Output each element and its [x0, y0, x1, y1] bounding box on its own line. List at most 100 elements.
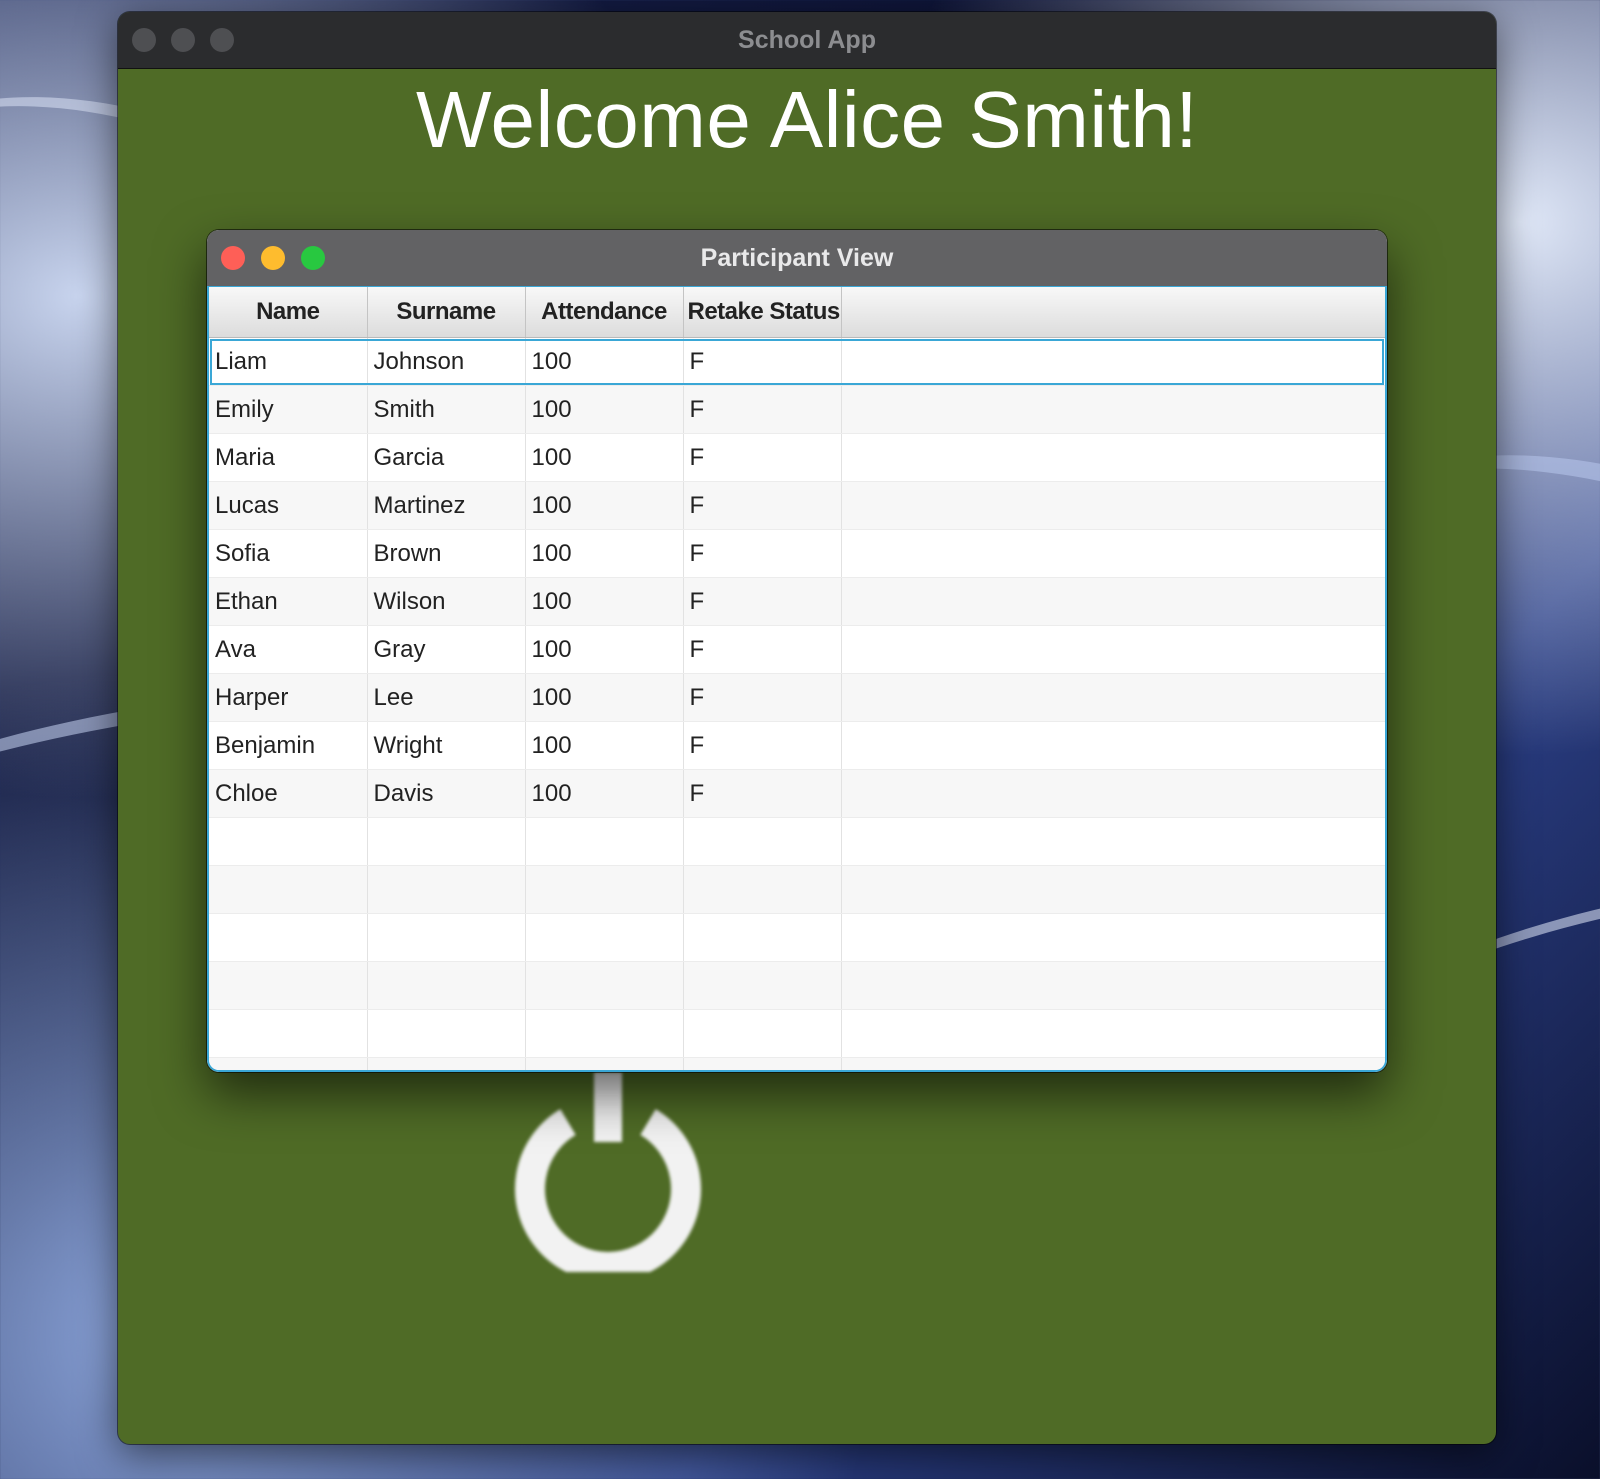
cell-attendance: [525, 913, 684, 962]
cell-name: [209, 961, 368, 1010]
cell-name: Harper: [209, 673, 368, 722]
cell-surname: Davis: [367, 769, 526, 818]
cell-surname: Johnson: [367, 337, 526, 386]
table-header-row: Name Surname Attendance Retake Status: [209, 287, 1385, 338]
empty-table-row: [209, 961, 1385, 1010]
cell-filler: [841, 529, 1385, 578]
cell-filler: [841, 673, 1385, 722]
table-row[interactable]: Liam Johnson 100 F: [209, 337, 1385, 386]
cell-filler: [841, 433, 1385, 482]
cell-filler: [841, 1057, 1385, 1070]
table-row[interactable]: Chloe Davis 100 F: [209, 769, 1385, 818]
cell-retake: F: [683, 385, 842, 434]
cell-filler: [841, 961, 1385, 1010]
cell-surname: [367, 817, 526, 866]
empty-table-row: [209, 1057, 1385, 1070]
cell-name: Lucas: [209, 481, 368, 530]
cell-attendance: 100: [525, 481, 684, 530]
cell-filler: [841, 769, 1385, 818]
table-row[interactable]: Harper Lee 100 F: [209, 673, 1385, 722]
table-row[interactable]: Sofia Brown 100 F: [209, 529, 1385, 578]
column-header-surname[interactable]: Surname: [367, 287, 526, 338]
main-titlebar[interactable]: School App: [118, 12, 1496, 69]
cell-attendance: 100: [525, 385, 684, 434]
cell-attendance: 100: [525, 529, 684, 578]
participant-view-window: Participant View Name Surname Attendance…: [207, 230, 1387, 1072]
cell-name: Ethan: [209, 577, 368, 626]
cell-attendance: 100: [525, 337, 684, 386]
cell-surname: Smith: [367, 385, 526, 434]
cell-name: Emily: [209, 385, 368, 434]
cell-name: [209, 913, 368, 962]
cell-surname: Wilson: [367, 577, 526, 626]
cell-name: Sofia: [209, 529, 368, 578]
empty-table-row: [209, 865, 1385, 914]
cell-surname: Garcia: [367, 433, 526, 482]
cell-retake: F: [683, 529, 842, 578]
cell-attendance: 100: [525, 721, 684, 770]
cell-name: [209, 817, 368, 866]
cell-retake: F: [683, 769, 842, 818]
cell-surname: Wright: [367, 721, 526, 770]
column-header-filler: [841, 287, 1385, 338]
cell-filler: [841, 625, 1385, 674]
window-title: School App: [738, 26, 876, 54]
cell-filler: [841, 577, 1385, 626]
cell-name: [209, 1057, 368, 1070]
cell-surname: Gray: [367, 625, 526, 674]
cell-attendance: [525, 865, 684, 914]
power-icon[interactable]: [508, 1072, 708, 1272]
cell-surname: [367, 865, 526, 914]
cell-attendance: [525, 817, 684, 866]
cell-filler: [841, 817, 1385, 866]
cell-name: [209, 865, 368, 914]
cell-surname: Brown: [367, 529, 526, 578]
cell-retake: F: [683, 625, 842, 674]
table-row[interactable]: Ava Gray 100 F: [209, 625, 1385, 674]
cell-retake: F: [683, 337, 842, 386]
cell-retake: [683, 1009, 842, 1058]
cell-attendance: 100: [525, 769, 684, 818]
column-header-attendance[interactable]: Attendance: [525, 287, 684, 338]
table-row[interactable]: Lucas Martinez 100 F: [209, 481, 1385, 530]
cell-surname: Martinez: [367, 481, 526, 530]
empty-table-row: [209, 913, 1385, 962]
cell-filler: [841, 337, 1385, 386]
column-header-name[interactable]: Name: [209, 287, 368, 338]
cell-retake: [683, 913, 842, 962]
cell-attendance: 100: [525, 433, 684, 482]
cell-attendance: 100: [525, 625, 684, 674]
cell-retake: [683, 865, 842, 914]
cell-retake: F: [683, 481, 842, 530]
cell-surname: [367, 961, 526, 1010]
cell-name: Chloe: [209, 769, 368, 818]
cell-attendance: [525, 1009, 684, 1058]
empty-table-row: [209, 1009, 1385, 1058]
cell-filler: [841, 865, 1385, 914]
cell-attendance: [525, 1057, 684, 1070]
cell-filler: [841, 385, 1385, 434]
table-row[interactable]: Emily Smith 100 F: [209, 385, 1385, 434]
table-row[interactable]: Ethan Wilson 100 F: [209, 577, 1385, 626]
participant-window-title: Participant View: [700, 244, 894, 272]
cell-retake: [683, 817, 842, 866]
cell-surname: Lee: [367, 673, 526, 722]
cell-attendance: 100: [525, 673, 684, 722]
cell-attendance: [525, 961, 684, 1010]
cell-surname: [367, 913, 526, 962]
participant-titlebar[interactable]: Participant View: [207, 230, 1387, 286]
cell-filler: [841, 913, 1385, 962]
empty-table-row: [209, 817, 1385, 866]
table-row[interactable]: Maria Garcia 100 F: [209, 433, 1385, 482]
cell-name: Maria: [209, 433, 368, 482]
table-row[interactable]: Benjamin Wright 100 F: [209, 721, 1385, 770]
column-header-retake-status[interactable]: Retake Status: [683, 287, 842, 338]
cell-surname: [367, 1057, 526, 1070]
cell-name: Ava: [209, 625, 368, 674]
participant-table[interactable]: Name Surname Attendance Retake Status Li…: [207, 286, 1387, 1072]
cell-filler: [841, 721, 1385, 770]
cell-name: Benjamin: [209, 721, 368, 770]
cell-retake: [683, 961, 842, 1010]
cell-surname: [367, 1009, 526, 1058]
cell-retake: [683, 1057, 842, 1070]
